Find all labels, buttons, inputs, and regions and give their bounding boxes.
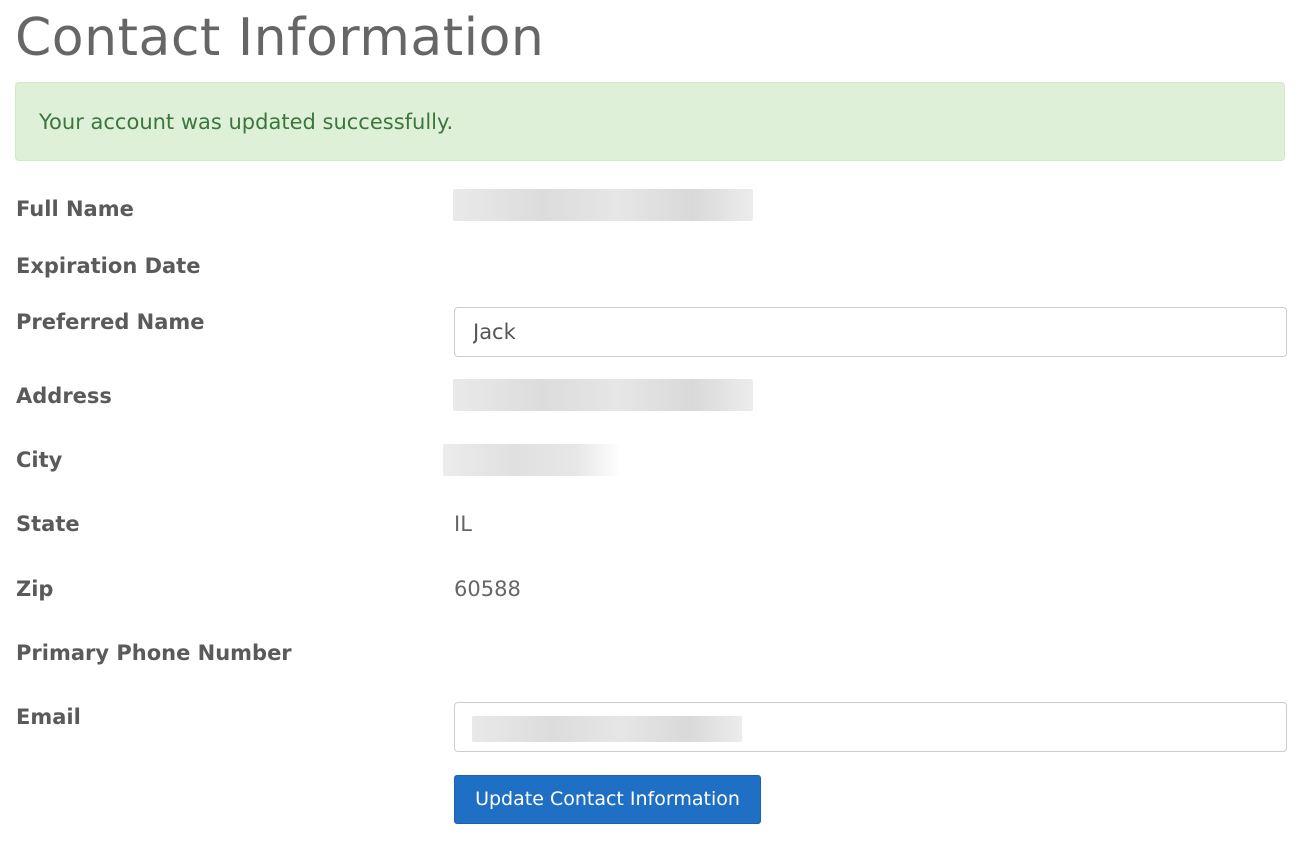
state-label: State bbox=[16, 512, 80, 536]
email-label: Email bbox=[16, 705, 81, 729]
full-name-label: Full Name bbox=[16, 197, 134, 221]
email-value-redacted bbox=[472, 716, 742, 742]
full-name-value-redacted bbox=[453, 189, 753, 221]
update-contact-information-button[interactable]: Update Contact Information bbox=[454, 775, 761, 824]
city-value-redacted bbox=[443, 444, 621, 476]
address-value-redacted bbox=[453, 379, 753, 411]
success-alert: Your account was updated successfully. bbox=[15, 82, 1285, 161]
city-label: City bbox=[16, 448, 63, 472]
state-value: IL bbox=[454, 512, 472, 536]
address-label: Address bbox=[16, 384, 112, 408]
preferred-name-input[interactable] bbox=[454, 307, 1287, 357]
zip-label: Zip bbox=[16, 577, 54, 601]
zip-value: 60588 bbox=[454, 577, 521, 601]
expiration-date-label: Expiration Date bbox=[16, 254, 201, 278]
primary-phone-label: Primary Phone Number bbox=[16, 641, 292, 665]
preferred-name-label: Preferred Name bbox=[16, 310, 205, 334]
page-title: Contact Information bbox=[15, 8, 545, 68]
